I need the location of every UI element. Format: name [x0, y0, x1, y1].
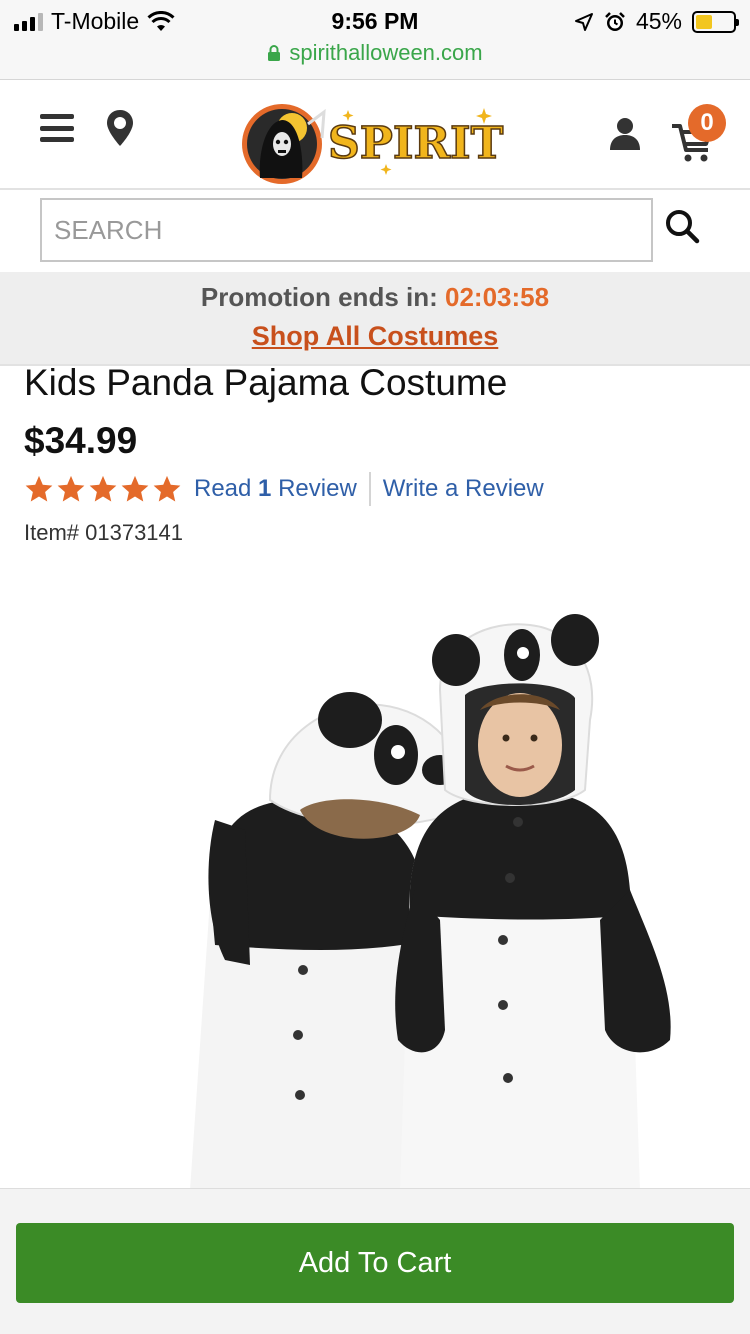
alarm-icon	[605, 11, 625, 31]
user-icon[interactable]	[608, 116, 642, 152]
promo-label: Promotion ends in:	[200, 282, 438, 312]
spirit-logo[interactable]: SPIRIT	[238, 98, 510, 186]
promo-line: Promotion ends in: 02:03:58	[0, 282, 750, 313]
product-title: Kids Panda Pajama Costume	[24, 362, 508, 403]
read-reviews-link[interactable]: Read 1 Review	[194, 475, 357, 503]
address-bar[interactable]: spirithalloween.com	[0, 40, 750, 66]
star-icon	[57, 475, 85, 502]
battery-icon	[692, 10, 739, 33]
rating-row: Read 1 Review Write a Review	[24, 472, 544, 506]
item-number: Item# 01373141	[24, 520, 184, 545]
lock-icon	[268, 45, 281, 61]
battery-percent: 45%	[635, 8, 682, 34]
star-icon	[121, 475, 149, 502]
status-bar: T-Mobile 9:56 PM 45% spirithalloween.com	[0, 0, 750, 80]
logo-text: SPIRIT	[328, 118, 504, 169]
cart-count-badge: 0	[688, 104, 726, 142]
promo-banner: Promotion ends in: 02:03:58 Shop All Cos…	[0, 272, 750, 366]
review-word: Review	[278, 475, 357, 502]
battery-fill	[696, 14, 713, 29]
review-count: 1	[258, 475, 272, 502]
search-input[interactable]	[40, 198, 653, 262]
status-right: 45%	[574, 8, 739, 35]
menu-icon[interactable]	[40, 114, 74, 142]
shop-all-costumes-link[interactable]: Shop All Costumes	[252, 321, 499, 352]
location-pin-icon[interactable]	[104, 108, 136, 148]
product-price: $34.99	[24, 420, 138, 461]
search-bar	[0, 190, 750, 272]
read-prefix: Read	[194, 475, 252, 502]
rating-stars[interactable]	[24, 474, 182, 504]
location-arrow-icon	[574, 12, 593, 31]
star-icon	[89, 475, 117, 502]
rating-divider	[368, 472, 371, 506]
cart-button[interactable]: 0	[668, 104, 732, 170]
promo-countdown: 02:03:58	[445, 282, 550, 312]
right-child-figure	[395, 614, 671, 1190]
site-header: SPIRIT 0	[0, 80, 750, 190]
star-icon	[153, 475, 181, 502]
bottom-action-bar: Add To Cart	[0, 1188, 750, 1334]
star-icon	[25, 475, 53, 502]
url-text: spirithalloween.com	[289, 40, 483, 65]
add-to-cart-button[interactable]: Add To Cart	[16, 1223, 734, 1303]
write-review-link[interactable]: Write a Review	[383, 475, 544, 503]
search-icon[interactable]	[664, 208, 700, 244]
product-image[interactable]	[0, 560, 750, 1190]
